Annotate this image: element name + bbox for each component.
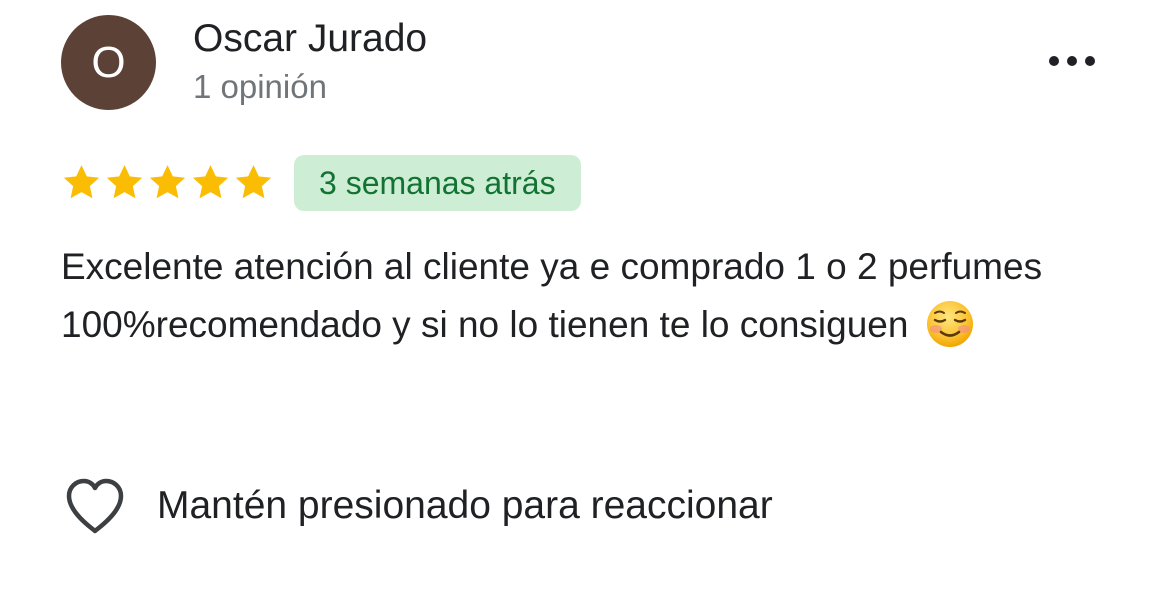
more-options-button[interactable] — [1040, 42, 1104, 80]
review-date-badge: 3 semanas atrás — [294, 155, 581, 211]
more-dot-icon — [1049, 56, 1059, 66]
avatar-initial: O — [91, 37, 126, 87]
reviewer-name[interactable]: Oscar Jurado — [193, 16, 427, 62]
review-text: Excelente atención al cliente ya e compr… — [61, 246, 1043, 345]
react-label[interactable]: Mantén presionado para reaccionar — [157, 482, 773, 530]
star-icon — [106, 165, 143, 199]
star-icon — [149, 165, 186, 199]
star-icon — [192, 165, 229, 199]
star-icon — [235, 165, 272, 199]
more-dot-icon — [1085, 56, 1095, 66]
reviewer-review-count: 1 opinión — [193, 68, 327, 105]
review-body: Excelente atención al cliente ya e compr… — [61, 238, 1121, 354]
heart-outline-icon[interactable] — [63, 476, 127, 536]
more-dot-icon — [1067, 56, 1077, 66]
avatar[interactable]: O — [61, 15, 156, 110]
star-icon — [63, 165, 100, 199]
smiling-face-emoji-icon — [926, 301, 973, 347]
star-rating — [61, 162, 274, 206]
